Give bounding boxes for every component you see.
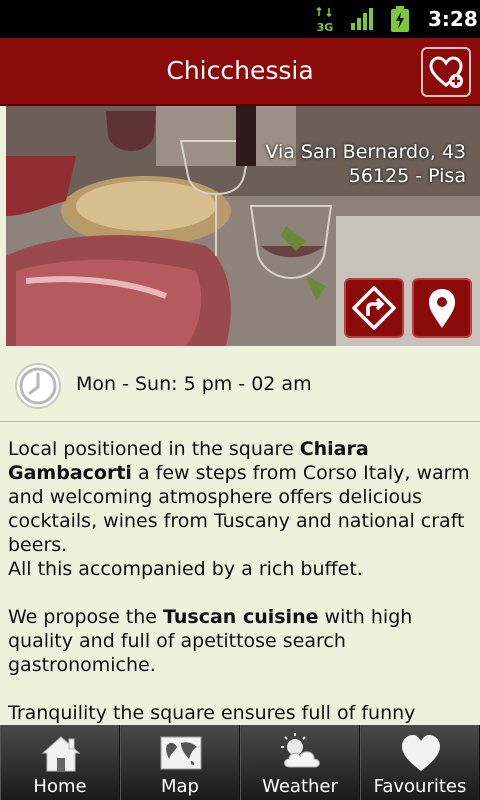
nav-home[interactable]: Home: [0, 725, 120, 800]
nav-map[interactable]: Map: [120, 725, 240, 800]
nav-weather[interactable]: Weather: [240, 725, 360, 800]
weather-icon: [281, 733, 320, 768]
status-time: 3:28: [428, 7, 478, 31]
directions-icon: [352, 286, 396, 330]
nav-weather-label: Weather: [262, 776, 338, 797]
map-pin-icon: [429, 289, 455, 328]
app-header: Chicchessia: [0, 38, 480, 106]
signal-icon: [351, 8, 373, 30]
venue-address: Via San Bernardo, 43 56125 - Pisa: [265, 140, 466, 188]
bottom-navigation: Home Map Weather Favourites: [0, 725, 480, 800]
venue-description: Local positioned in the square Chiara Ga…: [8, 437, 474, 725]
add-favourite-button[interactable]: [421, 47, 471, 97]
description-text: Local positioned in the square: [8, 438, 300, 460]
heart-add-icon: [429, 56, 463, 88]
map-icon: [160, 736, 202, 770]
clock-icon: [15, 363, 61, 409]
description-text: Tranquility the square ensures full of f…: [8, 702, 416, 724]
nav-home-label: Home: [33, 776, 87, 797]
venue-photo: Via San Bernardo, 43 56125 - Pisa: [6, 106, 480, 346]
nav-map-label: Map: [161, 776, 199, 797]
nav-favourites[interactable]: Favourites: [360, 725, 480, 800]
directions-button[interactable]: [344, 278, 404, 338]
opening-hours-row: Mon - Sun: 5 pm - 02 am: [0, 346, 480, 422]
description-paragraph: Tranquility the square ensures full of f…: [8, 701, 474, 725]
show-on-map-button[interactable]: [412, 278, 472, 338]
description-paragraph: We propose the Tuscan cuisine with high …: [8, 605, 474, 677]
battery-icon: [391, 6, 409, 32]
description-highlight: Tuscan cuisine: [163, 606, 319, 628]
home-icon: [41, 736, 81, 772]
description-text: All this accompanied by a rich buffet.: [8, 558, 363, 580]
heart-icon: [402, 735, 440, 771]
svg-text:3G: 3G: [317, 21, 334, 34]
status-bar: 3G 3:28: [0, 0, 480, 38]
address-city: 56125 - Pisa: [348, 165, 466, 187]
description-paragraph: Local positioned in the square Chiara Ga…: [8, 437, 474, 581]
3g-icon: 3G: [316, 6, 334, 34]
opening-hours-text: Mon - Sun: 5 pm - 02 am: [76, 373, 312, 395]
address-street: Via San Bernardo, 43: [265, 141, 466, 163]
description-text: We propose the: [8, 606, 164, 628]
nav-favourites-label: Favourites: [373, 776, 467, 797]
page-title: Chicchessia: [166, 56, 314, 85]
